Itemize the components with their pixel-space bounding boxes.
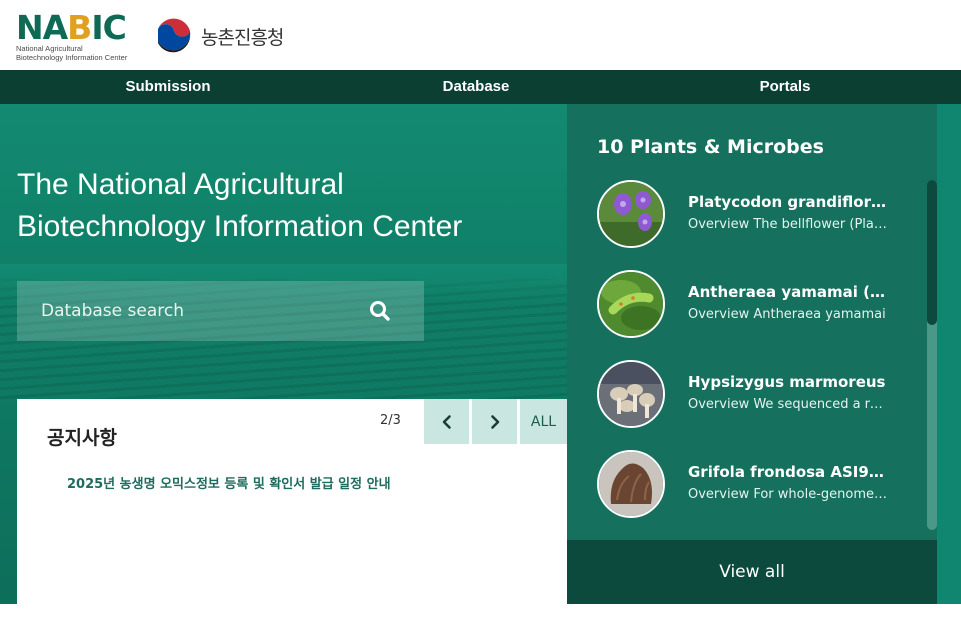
nav-item-submission[interactable]: Submission [125, 70, 210, 104]
notice-page-indicator: 2/3 [380, 413, 401, 428]
species-item-platycodon[interactable]: Platycodon grandiflorum Overview The bel… [597, 180, 917, 250]
notice-item[interactable]: 2025년 농생명 오믹스정보 등록 및 확인서 발급 일정 안내 [67, 473, 391, 492]
nav-item-database[interactable]: Database [443, 70, 510, 104]
nabic-logo-wordmark: NABIC [16, 8, 127, 47]
rda-logo[interactable]: 농촌진흥청 [153, 15, 284, 57]
nabic-logo-subtitle: National Agricultural Biotechnology Info… [16, 44, 128, 62]
species-panel-title: 10 Plants & Microbes [597, 136, 824, 158]
chevron-right-icon [490, 414, 499, 429]
search-icon [370, 301, 390, 321]
species-item-antheraea[interactable]: Antheraea yamamai (Japanese oak silkmoth… [597, 270, 917, 340]
rda-logo-text: 농촌진흥청 [201, 26, 284, 49]
notice-all-button[interactable]: ALL [520, 399, 567, 444]
nav-item-portals[interactable]: Portals [760, 70, 811, 104]
notice-panel: 공지사항 2/3 ALL 2025년 농생명 오믹스정보 등록 및 확인서 발급… [17, 399, 567, 604]
page: NABIC National Agricultural Biotechnolog… [0, 0, 961, 618]
species-list-scroll-thumb[interactable] [927, 180, 937, 325]
search-button[interactable] [365, 296, 395, 326]
bellflower-image [597, 180, 665, 248]
taegeuk-emblem-icon [155, 17, 193, 55]
hero-title: The National Agricultural Biotechnology … [17, 168, 463, 243]
hero-section: The National Agricultural Biotechnology … [0, 104, 961, 604]
main-nav: Submission Database Portals [0, 70, 961, 104]
chevron-left-icon [442, 414, 451, 429]
maitake-image [597, 450, 665, 518]
nabic-logo[interactable]: NABIC National Agricultural Biotechnolog… [16, 10, 136, 64]
hero-edge-strip [937, 104, 961, 604]
notice-next-button[interactable] [472, 399, 517, 444]
species-panel: 10 Plants & Microbes Platycodon grandifl… [567, 104, 937, 604]
database-search-box [17, 281, 424, 341]
silkmoth-larva-image [597, 270, 665, 338]
database-search-input[interactable] [17, 281, 357, 341]
site-header: NABIC National Agricultural Biotechnolog… [0, 0, 961, 70]
species-item-hypsizygus[interactable]: Hypsizygus marmoreus Overview We sequenc… [597, 360, 917, 430]
species-list-scrollbar[interactable] [927, 180, 937, 530]
mushroom-image [597, 360, 665, 428]
notice-prev-button[interactable] [424, 399, 469, 444]
view-all-button[interactable]: View all [567, 540, 937, 604]
notice-title: 공지사항 [47, 427, 117, 449]
species-item-grifola[interactable]: Grifola frondosa ASI9009 Overview For wh… [597, 450, 917, 520]
